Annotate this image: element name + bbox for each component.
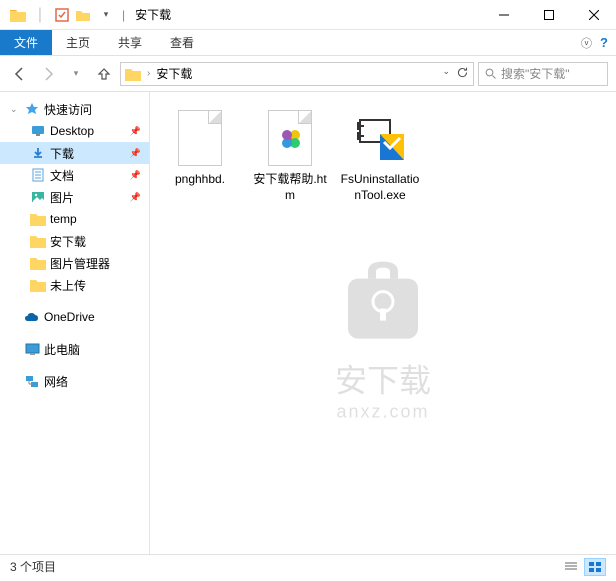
network-icon [24, 373, 40, 389]
watermark: 安下载 anxz.com [328, 257, 438, 423]
ribbon-expand-icon[interactable]: ⓥ [581, 35, 592, 51]
tab-share[interactable]: 共享 [104, 30, 156, 55]
picture-icon [30, 189, 46, 205]
recent-dropdown[interactable]: ▾ [64, 62, 88, 86]
search-placeholder: 搜索"安下载" [501, 65, 570, 82]
folder-icon [30, 277, 46, 293]
htm-file-icon [258, 106, 322, 170]
this-pc[interactable]: 此电脑 [0, 338, 149, 360]
folder-icon [8, 5, 28, 25]
status-text: 3 个项目 [10, 558, 56, 575]
network-label: 网络 [44, 373, 68, 390]
titlebar: | ▾ | 安下载 [0, 0, 616, 30]
file-item[interactable]: FsUninstallationTool.exe [340, 106, 420, 203]
up-button[interactable] [92, 62, 116, 86]
sidebar-item-desktop[interactable]: Desktop 📌 [0, 120, 149, 142]
help-icon[interactable]: ? [600, 35, 608, 50]
navbar: ▾ › 安下载 ⌄ 搜索"安下载" [0, 56, 616, 92]
desktop-icon [30, 123, 46, 139]
watermark-text2: anxz.com [328, 402, 438, 423]
forward-button[interactable] [36, 62, 60, 86]
onedrive[interactable]: OneDrive [0, 306, 149, 328]
chevron-right-icon[interactable]: › [147, 68, 150, 79]
quick-access-toolbar: | ▾ [0, 5, 116, 25]
file-tab[interactable]: 文件 [0, 30, 52, 55]
onedrive-label: OneDrive [44, 310, 95, 324]
download-icon [30, 145, 46, 161]
sidebar-item-temp[interactable]: temp [0, 208, 149, 230]
sidebar-item-label: 未上传 [50, 277, 86, 294]
tab-view[interactable]: 查看 [156, 30, 208, 55]
title-separator: | [122, 8, 125, 22]
pin-icon: 📌 [130, 126, 141, 137]
thispc-label: 此电脑 [44, 341, 80, 358]
star-icon [24, 101, 40, 117]
document-icon [30, 167, 46, 183]
statusbar: 3 个项目 [0, 554, 616, 578]
sidebar-item-label: 安下载 [50, 233, 86, 250]
watermark-text1: 安下载 [328, 356, 438, 402]
sidebar-item-label: 图片管理器 [50, 255, 110, 272]
pin-icon: 📌 [130, 170, 141, 181]
window-controls [481, 0, 616, 29]
qat-dropdown-icon[interactable]: ▾ [96, 5, 116, 25]
search-icon [485, 68, 497, 80]
file-list[interactable]: 安下载 anxz.com pnghhbd. 安下载帮助.htm [150, 92, 616, 554]
exe-file-icon [348, 106, 412, 170]
sidebar-item-anxz[interactable]: 安下载 [0, 230, 149, 252]
pin-icon: 📌 [130, 192, 141, 203]
sidebar-item-documents[interactable]: 文档 📌 [0, 164, 149, 186]
close-button[interactable] [571, 0, 616, 29]
sidebar-item-pictures[interactable]: 图片 📌 [0, 186, 149, 208]
sidebar-item-label: 下载 [50, 145, 74, 162]
address-dropdown-icon[interactable]: ⌄ [442, 66, 450, 82]
sidebar-item-label: 文档 [50, 167, 74, 184]
navigation-pane: ⌄ 快速访问 Desktop 📌 下载 📌 文档 📌 图片 📌 temp [0, 92, 150, 554]
icons-view-button[interactable] [584, 558, 606, 576]
cloud-icon [24, 309, 40, 325]
sidebar-item-picmanager[interactable]: 图片管理器 [0, 252, 149, 274]
file-name: FsUninstallationTool.exe [340, 172, 420, 203]
folder-icon [30, 255, 46, 271]
address-folder[interactable]: 安下载 [156, 65, 192, 82]
chevron-icon[interactable]: ⌄ [10, 104, 20, 115]
sidebar-item-unupload[interactable]: 未上传 [0, 274, 149, 296]
file-item[interactable]: 安下载帮助.htm [250, 106, 330, 203]
pc-icon [24, 341, 40, 357]
sidebar-item-downloads[interactable]: 下载 📌 [0, 142, 149, 164]
folder-icon [30, 211, 46, 227]
file-item[interactable]: pnghhbd. [160, 106, 240, 188]
file-name: 安下载帮助.htm [250, 172, 330, 203]
tab-home[interactable]: 主页 [52, 30, 104, 55]
maximize-button[interactable] [526, 0, 571, 29]
minimize-button[interactable] [481, 0, 526, 29]
network[interactable]: 网络 [0, 370, 149, 392]
folder-icon [30, 233, 46, 249]
quick-access[interactable]: ⌄ 快速访问 [0, 98, 149, 120]
details-view-button[interactable] [560, 558, 582, 576]
properties-icon[interactable] [52, 5, 72, 25]
sidebar-item-label: 图片 [50, 189, 74, 206]
refresh-icon[interactable] [456, 66, 469, 82]
window-title: 安下载 [135, 6, 171, 23]
new-folder-icon[interactable] [74, 5, 94, 25]
search-input[interactable]: 搜索"安下载" [478, 62, 608, 86]
ribbon: 文件 主页 共享 查看 ⓥ ? [0, 30, 616, 56]
sidebar-item-label: temp [50, 212, 77, 226]
pin-icon: 📌 [130, 148, 141, 159]
file-name: pnghhbd. [175, 172, 225, 188]
quick-access-label: 快速访问 [44, 101, 92, 118]
sidebar-item-label: Desktop [50, 124, 94, 138]
blank-file-icon [168, 106, 232, 170]
back-button[interactable] [8, 62, 32, 86]
folder-icon [125, 67, 141, 81]
divider: | [30, 5, 50, 25]
address-bar[interactable]: › 安下载 ⌄ [120, 62, 474, 86]
content-area: ⌄ 快速访问 Desktop 📌 下载 📌 文档 📌 图片 📌 temp [0, 92, 616, 554]
